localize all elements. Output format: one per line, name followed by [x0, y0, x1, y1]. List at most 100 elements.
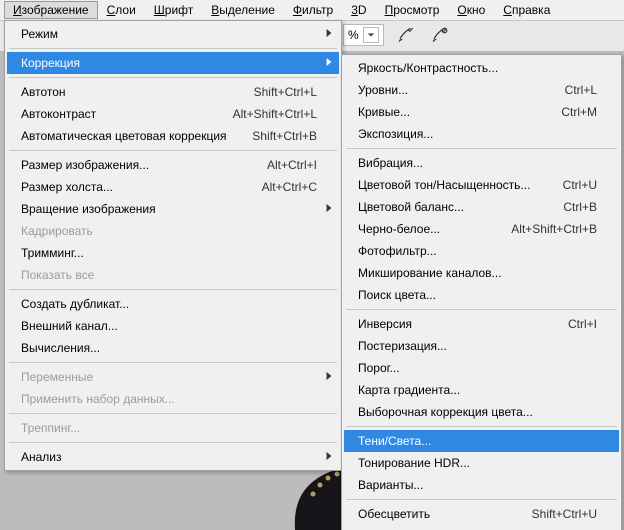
menu-item-label: Постеризация... [358, 339, 597, 353]
menu-item-label: Микширование каналов... [358, 266, 597, 280]
menubar-item[interactable]: 3D [342, 1, 375, 19]
menu-item-shortcut: Shift+Ctrl+B [252, 129, 317, 143]
chevron-down-icon[interactable] [363, 27, 379, 43]
menu-item[interactable]: Вычисления... [7, 337, 339, 359]
menu-separator [346, 309, 617, 310]
menu-item-shortcut: Ctrl+U [563, 178, 597, 192]
chevron-right-icon [325, 370, 333, 384]
zoom-value: % [348, 28, 359, 42]
menu-item[interactable]: Карта градиента... [344, 379, 619, 401]
menu-item[interactable]: Создать дубликат... [7, 293, 339, 315]
menubar-item[interactable]: Изображение [4, 1, 98, 19]
menu-item-label: Анализ [21, 450, 317, 464]
menu-item: Применить набор данных... [7, 388, 339, 410]
menu-item[interactable]: Подобрать цвет... [344, 525, 619, 530]
menu-separator [9, 442, 337, 443]
menu-item-label: Внешний канал... [21, 319, 317, 333]
menu-item-label: Тримминг... [21, 246, 317, 260]
menu-item: Треппинг... [7, 417, 339, 439]
menu-item[interactable]: Варианты... [344, 474, 619, 496]
menu-item-label: Переменные [21, 370, 317, 384]
menu-item[interactable]: Размер холста... Alt+Ctrl+C [7, 176, 339, 198]
menu-item[interactable]: Анализ [7, 446, 339, 468]
menu-separator [9, 362, 337, 363]
menu-separator [9, 289, 337, 290]
menu-item[interactable]: ОбесцветитьShift+Ctrl+U [344, 503, 619, 525]
menu-item-label: Показать все [21, 268, 317, 282]
menu-item-label: Кривые... [358, 105, 537, 119]
menu-item[interactable]: Уровни...Ctrl+L [344, 79, 619, 101]
menubar: ИзображениеСлоиШрифтВыделениеФильтр3DПро… [0, 0, 624, 21]
menu-item[interactable]: Коррекция [7, 52, 339, 74]
menu-item-label: Создать дубликат... [21, 297, 317, 311]
menu-item-label: Автоконтраст [21, 107, 209, 121]
menu-item[interactable]: Тени/Света... [344, 430, 619, 452]
menu-item[interactable]: Порог... [344, 357, 619, 379]
menu-item-label: Тени/Света... [358, 434, 597, 448]
chevron-right-icon [325, 202, 333, 216]
menu-item-shortcut: Alt+Shift+Ctrl+B [511, 222, 597, 236]
menu-item[interactable]: Цветовой баланс...Ctrl+B [344, 196, 619, 218]
menu-item[interactable]: Режим [7, 23, 339, 45]
menu-item-label: Размер холста... [21, 180, 238, 194]
menu-item[interactable]: Яркость/Контрастность... [344, 57, 619, 79]
menu-item-label: Экспозиция... [358, 127, 597, 141]
menu-item[interactable]: Черно-белое... Alt+Shift+Ctrl+B [344, 218, 619, 240]
menu-item[interactable]: Постеризация... [344, 335, 619, 357]
chevron-right-icon [325, 27, 333, 41]
menu-item: Кадрировать [7, 220, 339, 242]
menubar-item[interactable]: Справка [494, 1, 559, 19]
zoom-dropdown[interactable]: % [343, 24, 384, 46]
menubar-item[interactable]: Просмотр [376, 1, 449, 19]
menu-item-shortcut: Alt+Shift+Ctrl+L [233, 107, 317, 121]
menu-separator [346, 148, 617, 149]
menu-item[interactable]: Вращение изображения [7, 198, 339, 220]
menu-item[interactable]: Автотон Shift+Ctrl+L [7, 81, 339, 103]
menu-item-label: Применить набор данных... [21, 392, 317, 406]
menu-item[interactable]: Вибрация... [344, 152, 619, 174]
menu-item-label: Обесцветить [358, 507, 508, 521]
menubar-item[interactable]: Шрифт [145, 1, 202, 19]
menu-item-shortcut: Alt+Ctrl+I [267, 158, 317, 172]
menu-item-shortcut: Ctrl+L [565, 83, 597, 97]
menu-item[interactable]: Микширование каналов... [344, 262, 619, 284]
menu-separator [346, 499, 617, 500]
menubar-item[interactable]: Слои [98, 1, 145, 19]
menu-separator [346, 426, 617, 427]
menu-item-label: Инверсия [358, 317, 544, 331]
menu-separator [9, 48, 337, 49]
chevron-right-icon [325, 450, 333, 464]
menu-item-label: Автотон [21, 85, 230, 99]
menu-item-shortcut: Alt+Ctrl+C [262, 180, 317, 194]
menu-item[interactable]: Фотофильтр... [344, 240, 619, 262]
menu-item-shortcut: Shift+Ctrl+L [254, 85, 317, 99]
menu-item[interactable]: Тонирование HDR... [344, 452, 619, 474]
menu-item[interactable]: Поиск цвета... [344, 284, 619, 306]
menubar-item[interactable]: Окно [448, 1, 494, 19]
menu-item-label: Фотофильтр... [358, 244, 597, 258]
menu-item[interactable]: Цветовой тон/Насыщенность...Ctrl+U [344, 174, 619, 196]
menu-item[interactable]: Размер изображения...Alt+Ctrl+I [7, 154, 339, 176]
brush-check-icon[interactable] [394, 24, 418, 46]
menu-item[interactable]: ИнверсияCtrl+I [344, 313, 619, 335]
menu-item[interactable]: Автоконтраст Alt+Shift+Ctrl+L [7, 103, 339, 125]
menubar-item[interactable]: Выделение [202, 1, 284, 19]
menu-item-label: Режим [21, 27, 317, 41]
menu-item[interactable]: Тримминг... [7, 242, 339, 264]
menu-item-label: Вращение изображения [21, 202, 317, 216]
menu-item-label: Треппинг... [21, 421, 317, 435]
menu-item-label: Поиск цвета... [358, 288, 597, 302]
menu-item-label: Цветовой баланс... [358, 200, 539, 214]
menu-item[interactable]: Выборочная коррекция цвета... [344, 401, 619, 423]
menu-separator [9, 77, 337, 78]
menu-item[interactable]: Экспозиция... [344, 123, 619, 145]
menu-item[interactable]: Автоматическая цветовая коррекция Shift+C… [7, 125, 339, 147]
menu-separator [9, 150, 337, 151]
menubar-item[interactable]: Фильтр [284, 1, 342, 19]
menu-item[interactable]: Кривые... Ctrl+M [344, 101, 619, 123]
menu-item[interactable]: Внешний канал... [7, 315, 339, 337]
menu-item-label: Автоматическая цветовая коррекция [21, 129, 228, 143]
menu-item-label: Черно-белое... [358, 222, 487, 236]
brush-cancel-icon[interactable] [428, 24, 452, 46]
menu-item-shortcut: Ctrl+M [561, 105, 597, 119]
